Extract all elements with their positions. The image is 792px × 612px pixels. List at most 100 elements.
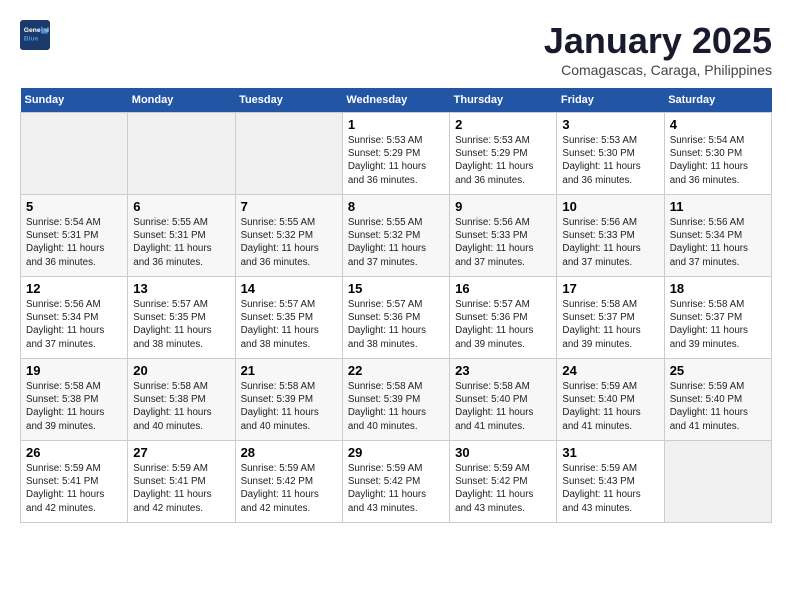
day-number: 7 xyxy=(241,199,337,214)
day-number: 24 xyxy=(562,363,658,378)
calendar-cell: 8Sunrise: 5:55 AM Sunset: 5:32 PM Daylig… xyxy=(342,195,449,277)
logo-icon: General Blue xyxy=(20,20,50,50)
calendar-cell: 2Sunrise: 5:53 AM Sunset: 5:29 PM Daylig… xyxy=(450,113,557,195)
calendar-cell: 15 Sunrise: 5:57 AM Sunset: 5:36 PM Dayli… xyxy=(342,277,449,359)
weekday-header-tuesday: Tuesday xyxy=(235,88,342,113)
svg-text:Blue: Blue xyxy=(24,35,39,42)
calendar-cell xyxy=(235,113,342,195)
day-number: 11 xyxy=(670,199,766,214)
calendar-week-row: 12 Sunrise: 5:56 AM Sunset: 5:34 PM Dayli… xyxy=(21,277,772,359)
calendar-cell: 11Sunrise: 5:56 AM Sunset: 5:34 PM Dayli… xyxy=(664,195,771,277)
day-info: Sunrise: 5:59 AM Sunset: 5:42 PM Dayligh… xyxy=(455,462,551,515)
calendar-cell: 5 Sunrise: 5:54 AM Sunset: 5:31 PM Daylig… xyxy=(21,195,128,277)
day-info: Sunrise: 5:54 AM Sunset: 5:30 PM Dayligh… xyxy=(670,134,766,187)
calendar-week-row: 26 Sunrise: 5:59 AM Sunset: 5:41 PM Dayli… xyxy=(21,441,772,523)
calendar-cell: 19 Sunrise: 5:58 AM Sunset: 5:38 PM Dayli… xyxy=(21,359,128,441)
calendar-cell: 21 Sunrise: 5:58 AM Sunset: 5:39 PM Dayli… xyxy=(235,359,342,441)
day-number: 17 xyxy=(562,281,658,296)
day-info: Sunrise: 5:55 AM Sunset: 5:32 PM Dayligh… xyxy=(241,216,337,269)
weekday-header-saturday: Saturday xyxy=(664,88,771,113)
calendar-cell: 30Sunrise: 5:59 AM Sunset: 5:42 PM Dayli… xyxy=(450,441,557,523)
calendar-cell: 16Sunrise: 5:57 AM Sunset: 5:36 PM Dayli… xyxy=(450,277,557,359)
day-info: Sunrise: 5:58 AM Sunset: 5:38 PM Dayligh… xyxy=(133,380,229,433)
day-number: 4 xyxy=(670,117,766,132)
weekday-header-sunday: Sunday xyxy=(21,88,128,113)
day-info: Sunrise: 5:58 AM Sunset: 5:38 PM Dayligh… xyxy=(26,380,122,433)
day-info: Sunrise: 5:56 AM Sunset: 5:34 PM Dayligh… xyxy=(26,298,122,351)
calendar-cell: 17 Sunrise: 5:58 AM Sunset: 5:37 PM Dayli… xyxy=(557,277,664,359)
day-number: 23 xyxy=(455,363,551,378)
calendar-week-row: 1 Sunrise: 5:53 AM Sunset: 5:29 PM Daylig… xyxy=(21,113,772,195)
calendar-cell: 6 Sunrise: 5:55 AM Sunset: 5:31 PM Daylig… xyxy=(128,195,235,277)
day-number: 25 xyxy=(670,363,766,378)
calendar-cell: 12 Sunrise: 5:56 AM Sunset: 5:34 PM Dayli… xyxy=(21,277,128,359)
calendar-table: SundayMondayTuesdayWednesdayThursdayFrid… xyxy=(20,88,772,523)
day-info: Sunrise: 5:56 AM Sunset: 5:33 PM Dayligh… xyxy=(455,216,551,269)
calendar-cell: 22 Sunrise: 5:58 AM Sunset: 5:39 PM Dayli… xyxy=(342,359,449,441)
day-number: 27 xyxy=(133,445,229,460)
weekday-header-row: SundayMondayTuesdayWednesdayThursdayFrid… xyxy=(21,88,772,113)
day-number: 14 xyxy=(241,281,337,296)
day-number: 12 xyxy=(26,281,122,296)
calendar-cell: 25 Sunrise: 5:59 AM Sunset: 5:40 PM Dayli… xyxy=(664,359,771,441)
day-number: 28 xyxy=(241,445,337,460)
day-info: Sunrise: 5:55 AM Sunset: 5:31 PM Dayligh… xyxy=(133,216,229,269)
day-number: 22 xyxy=(348,363,444,378)
weekday-header-monday: Monday xyxy=(128,88,235,113)
calendar-cell: 1 Sunrise: 5:53 AM Sunset: 5:29 PM Daylig… xyxy=(342,113,449,195)
day-number: 9 xyxy=(455,199,551,214)
calendar-cell: 9 Sunrise: 5:56 AM Sunset: 5:33 PM Daylig… xyxy=(450,195,557,277)
day-info: Sunrise: 5:58 AM Sunset: 5:37 PM Dayligh… xyxy=(670,298,766,351)
calendar-cell xyxy=(128,113,235,195)
calendar-cell: 14Sunrise: 5:57 AM Sunset: 5:35 PM Dayli… xyxy=(235,277,342,359)
day-number: 1 xyxy=(348,117,444,132)
day-number: 19 xyxy=(26,363,122,378)
calendar-cell: 7 Sunrise: 5:55 AM Sunset: 5:32 PM Daylig… xyxy=(235,195,342,277)
calendar-week-row: 19 Sunrise: 5:58 AM Sunset: 5:38 PM Dayli… xyxy=(21,359,772,441)
day-info: Sunrise: 5:58 AM Sunset: 5:37 PM Dayligh… xyxy=(562,298,658,351)
day-number: 21 xyxy=(241,363,337,378)
month-title: January 2025 xyxy=(544,20,772,62)
calendar-cell: 10Sunrise: 5:56 AM Sunset: 5:33 PM Dayli… xyxy=(557,195,664,277)
day-info: Sunrise: 5:59 AM Sunset: 5:42 PM Dayligh… xyxy=(348,462,444,515)
day-info: Sunrise: 5:57 AM Sunset: 5:35 PM Dayligh… xyxy=(133,298,229,351)
day-info: Sunrise: 5:59 AM Sunset: 5:41 PM Dayligh… xyxy=(133,462,229,515)
page-header: General Blue January 2025 Comagascas, Ca… xyxy=(20,20,772,78)
day-number: 5 xyxy=(26,199,122,214)
calendar-cell xyxy=(664,441,771,523)
day-info: Sunrise: 5:58 AM Sunset: 5:40 PM Dayligh… xyxy=(455,380,551,433)
day-number: 6 xyxy=(133,199,229,214)
weekday-header-wednesday: Wednesday xyxy=(342,88,449,113)
day-info: Sunrise: 5:53 AM Sunset: 5:29 PM Dayligh… xyxy=(348,134,444,187)
calendar-cell: 27 Sunrise: 5:59 AM Sunset: 5:41 PM Dayli… xyxy=(128,441,235,523)
day-info: Sunrise: 5:54 AM Sunset: 5:31 PM Dayligh… xyxy=(26,216,122,269)
day-info: Sunrise: 5:58 AM Sunset: 5:39 PM Dayligh… xyxy=(348,380,444,433)
day-info: Sunrise: 5:56 AM Sunset: 5:33 PM Dayligh… xyxy=(562,216,658,269)
day-number: 26 xyxy=(26,445,122,460)
weekday-header-thursday: Thursday xyxy=(450,88,557,113)
location-subtitle: Comagascas, Caraga, Philippines xyxy=(544,62,772,78)
calendar-cell: 23 Sunrise: 5:58 AM Sunset: 5:40 PM Dayli… xyxy=(450,359,557,441)
day-number: 18 xyxy=(670,281,766,296)
day-info: Sunrise: 5:57 AM Sunset: 5:36 PM Dayligh… xyxy=(348,298,444,351)
day-number: 29 xyxy=(348,445,444,460)
calendar-cell: 3Sunrise: 5:53 AM Sunset: 5:30 PM Daylig… xyxy=(557,113,664,195)
calendar-cell: 13 Sunrise: 5:57 AM Sunset: 5:35 PM Dayli… xyxy=(128,277,235,359)
calendar-cell: 28 Sunrise: 5:59 AM Sunset: 5:42 PM Dayli… xyxy=(235,441,342,523)
calendar-cell: 18 Sunrise: 5:58 AM Sunset: 5:37 PM Dayli… xyxy=(664,277,771,359)
day-info: Sunrise: 5:53 AM Sunset: 5:29 PM Dayligh… xyxy=(455,134,551,187)
logo: General Blue xyxy=(20,20,50,50)
day-number: 16 xyxy=(455,281,551,296)
day-info: Sunrise: 5:59 AM Sunset: 5:40 PM Dayligh… xyxy=(670,380,766,433)
day-number: 20 xyxy=(133,363,229,378)
calendar-cell xyxy=(21,113,128,195)
day-info: Sunrise: 5:58 AM Sunset: 5:39 PM Dayligh… xyxy=(241,380,337,433)
day-info: Sunrise: 5:53 AM Sunset: 5:30 PM Dayligh… xyxy=(562,134,658,187)
day-number: 15 xyxy=(348,281,444,296)
day-info: Sunrise: 5:59 AM Sunset: 5:41 PM Dayligh… xyxy=(26,462,122,515)
day-number: 8 xyxy=(348,199,444,214)
day-info: Sunrise: 5:59 AM Sunset: 5:42 PM Dayligh… xyxy=(241,462,337,515)
day-number: 13 xyxy=(133,281,229,296)
weekday-header-friday: Friday xyxy=(557,88,664,113)
day-info: Sunrise: 5:59 AM Sunset: 5:43 PM Dayligh… xyxy=(562,462,658,515)
